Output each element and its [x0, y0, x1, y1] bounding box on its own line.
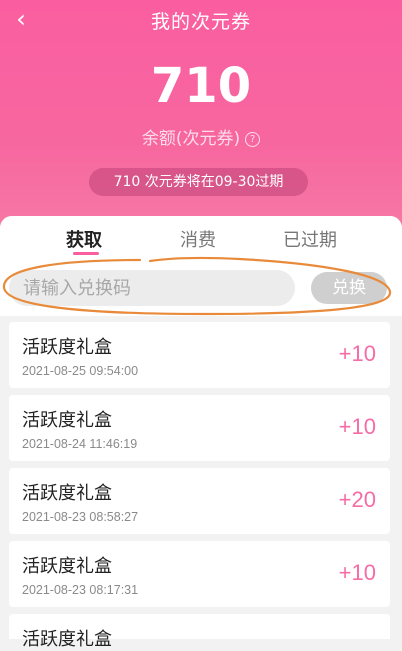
- tab-expired[interactable]: 已过期: [283, 226, 337, 252]
- record-time: 2021-08-23 08:17:31: [22, 583, 139, 597]
- tab-earned[interactable]: 获取: [66, 226, 102, 252]
- records-panel: 获取 消费 已过期 兑换 活跃度礼盒 2021-08-25 09:54:00 +…: [0, 216, 402, 650]
- record-time: 2021-08-25 09:54:00: [22, 364, 139, 378]
- list-item[interactable]: 活跃度礼盒 2021-08-23 08:17:31 +10: [9, 541, 390, 607]
- balance-label: 余额(次元券): [141, 129, 241, 149]
- record-amount: +10: [338, 341, 376, 366]
- balance-amount: 710: [150, 58, 252, 114]
- record-amount: +10: [338, 414, 376, 439]
- balance-label-row: 余额(次元券)?: [0, 124, 402, 149]
- expiry-notice: 710 次元券将在09-30过期: [89, 168, 308, 196]
- list-item[interactable]: 活跃度礼盒: [9, 614, 390, 650]
- record-name: 活跃度礼盒: [22, 629, 112, 650]
- header-banner: ‹ 我的次元券 710 余额(次元券)? 710 次元券将在09-30过期: [0, 0, 402, 240]
- record-amount: +10: [338, 560, 376, 585]
- list-item[interactable]: 活跃度礼盒 2021-08-24 11:46:19 +10: [9, 395, 390, 461]
- redeem-button[interactable]: 兑换: [311, 272, 387, 304]
- record-time: 2021-08-24 11:46:19: [22, 437, 138, 451]
- page-title: 我的次元券: [150, 11, 251, 33]
- list-item[interactable]: 活跃度礼盒 2021-08-25 09:54:00 +10: [9, 322, 390, 388]
- redeem-code-row: 兑换: [0, 256, 402, 316]
- record-name: 活跃度礼盒: [22, 556, 112, 577]
- record-name: 活跃度礼盒: [22, 337, 112, 358]
- tab-bar: 获取 消费 已过期: [0, 216, 402, 256]
- list-item[interactable]: 活跃度礼盒 2021-08-23 08:58:27 +20: [9, 468, 390, 534]
- redeem-code-input[interactable]: [9, 270, 295, 306]
- tab-spent[interactable]: 消费: [180, 226, 216, 252]
- record-name: 活跃度礼盒: [22, 410, 112, 431]
- record-amount: +20: [338, 487, 376, 512]
- question-circle-icon[interactable]: ?: [245, 132, 261, 147]
- record-time: 2021-08-23 08:58:27: [22, 510, 139, 524]
- record-name: 活跃度礼盒: [22, 483, 112, 504]
- tab-active-indicator: [73, 252, 99, 255]
